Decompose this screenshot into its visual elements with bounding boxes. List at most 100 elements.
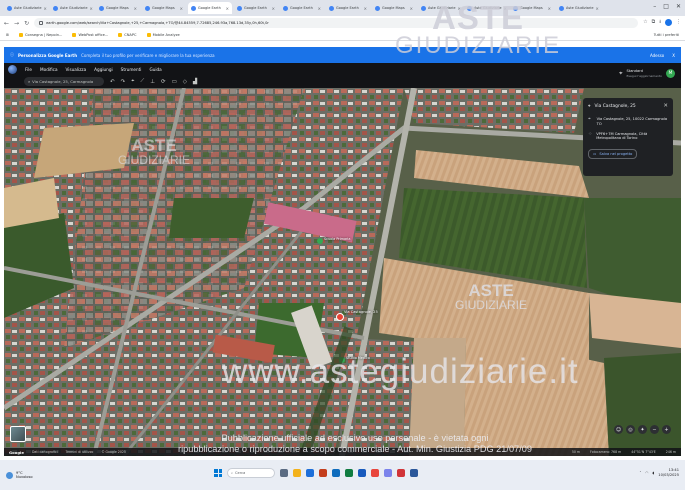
tab-close-icon[interactable]: ×	[89, 6, 92, 11]
word-icon[interactable]	[358, 469, 366, 477]
banner-now-button[interactable]: Adesso	[650, 53, 664, 58]
browser-tab[interactable]: Google Earth ×	[234, 2, 278, 14]
map-data-link[interactable]: Dati cartografici	[32, 450, 58, 454]
maximize-icon[interactable]: □	[663, 3, 669, 10]
weather-widget[interactable]: 9°C Nuvoloso	[6, 471, 33, 480]
zoom-in-icon[interactable]: +	[662, 425, 671, 434]
placemark-icon[interactable]: ⌖	[131, 78, 134, 85]
tab-close-icon[interactable]: ×	[457, 6, 460, 11]
close-window-icon[interactable]: ✕	[676, 3, 681, 10]
menu-edit[interactable]: Modifica	[40, 67, 58, 72]
3d-toggle-icon[interactable]: ◎	[626, 425, 635, 434]
map-label-poi[interactable]: Studio Medico	[346, 356, 370, 360]
excel-icon[interactable]	[345, 469, 353, 477]
windows-start-icon[interactable]	[214, 469, 222, 477]
file-explorer-icon[interactable]	[293, 469, 301, 477]
wifi-icon[interactable]: ◠	[645, 471, 648, 475]
tab-close-icon[interactable]: ×	[134, 6, 137, 11]
terms-link[interactable]: Termini di utilizzo	[66, 450, 94, 454]
undo-icon[interactable]: ↶	[110, 79, 115, 85]
apps-icon[interactable]: ⊞	[6, 33, 9, 37]
chevron-up-icon[interactable]: ˄	[639, 471, 641, 475]
all-bookmarks-link[interactable]: Tutti i preferiti	[654, 33, 679, 37]
chrome-icon[interactable]	[371, 469, 379, 477]
account-avatar[interactable]: M	[666, 69, 675, 78]
forward-icon[interactable]: →	[14, 20, 19, 27]
bookmark-star-icon[interactable]: ☆	[643, 19, 647, 27]
browser-tab[interactable]: Google Maps ×	[510, 2, 554, 14]
historical-imagery-icon[interactable]: ⟳	[161, 79, 166, 85]
download-icon[interactable]: ⭳	[659, 19, 661, 27]
tab-close-icon[interactable]: ×	[503, 6, 506, 11]
browser-tab[interactable]: Google Maps ×	[372, 2, 416, 14]
browser-tab[interactable]: Aste Giudiziarie ×	[4, 2, 48, 14]
teams-icon[interactable]	[384, 469, 392, 477]
redo-icon[interactable]: ↷	[121, 79, 126, 85]
tab-close-icon[interactable]: ×	[364, 6, 367, 11]
map-label-property[interactable]: Via Castagnole, 25	[344, 310, 378, 314]
close-icon[interactable]: ✕	[663, 103, 668, 109]
bookmark-item[interactable]: CNAPC	[118, 33, 137, 37]
bookmark-item[interactable]: WebPost office...	[72, 33, 108, 37]
browser-tab[interactable]: Aste Giudiziarie ×	[464, 2, 508, 14]
bookmark-item[interactable]: Mobile Analyze	[146, 33, 180, 37]
tab-close-icon[interactable]: ×	[548, 6, 551, 11]
menu-tools[interactable]: Strumenti	[121, 67, 142, 72]
earth-globe-icon[interactable]	[8, 64, 17, 74]
banner-close-button[interactable]: X	[672, 53, 675, 58]
app-icon[interactable]	[410, 469, 418, 477]
browser-tab[interactable]: Google Earth ×	[188, 2, 232, 14]
outlook-icon[interactable]	[332, 469, 340, 477]
task-view-icon[interactable]	[280, 469, 288, 477]
tab-close-icon[interactable]: ×	[410, 6, 413, 11]
measure-icon[interactable]: ⊥	[150, 79, 155, 85]
edge-icon[interactable]	[306, 469, 314, 477]
volume-icon[interactable]: ◖	[652, 471, 654, 475]
browser-tab[interactable]: Google Earth ×	[326, 2, 370, 14]
browser-tab[interactable]: Aste Giudiziarie ×	[556, 2, 600, 14]
clock[interactable]: 13:41 10/03/2025	[658, 468, 679, 477]
tab-close-icon[interactable]: ×	[43, 6, 46, 11]
street-view-icon[interactable]: ☺	[614, 425, 623, 434]
url-field[interactable]: earth.google.com/web/search/Via+Castagno…	[34, 18, 639, 28]
map-label-poi[interactable]: Scuola Primaria	[324, 237, 350, 241]
location-pin-icon[interactable]: ⌖	[619, 70, 622, 78]
menu-add[interactable]: Aggiungi	[94, 67, 112, 72]
compass-icon[interactable]: ✦	[638, 425, 647, 434]
tab-close-icon[interactable]: ×	[226, 6, 229, 11]
menu-help[interactable]: Guida	[149, 67, 161, 72]
bookmark-item[interactable]: Consegna | Nepoin...	[19, 33, 62, 37]
browser-tab[interactable]: Google Earth ×	[280, 2, 324, 14]
extensions-icon[interactable]: ⧉	[652, 19, 656, 27]
save-to-project-button[interactable]: ▭ Salva nel progetto	[588, 149, 638, 160]
banner-message[interactable]: Completa il tuo profilo per verificare e…	[81, 53, 215, 58]
tab-close-icon[interactable]: ×	[180, 6, 183, 11]
acrobat-icon[interactable]	[397, 469, 405, 477]
map-layers-button[interactable]	[10, 426, 26, 442]
reload-icon[interactable]: ↻	[24, 20, 29, 27]
menu-view[interactable]: Visualizza	[66, 67, 87, 72]
menu-file[interactable]: File	[25, 67, 32, 72]
office-icon[interactable]	[319, 469, 327, 477]
tab-close-icon[interactable]: ×	[318, 6, 321, 11]
taskbar-search[interactable]: ⌕ Cerca	[227, 468, 275, 478]
account-area[interactable]: ⌖ Standard Esegui l'aggiornamento M	[619, 69, 675, 78]
browser-menu-icon[interactable]: ⋮	[676, 19, 681, 27]
profile-avatar[interactable]	[665, 19, 672, 26]
path-icon[interactable]: ⟋	[140, 78, 144, 85]
back-icon[interactable]: ←	[4, 20, 9, 27]
layers-icon[interactable]: ◇	[183, 79, 187, 85]
minimize-icon[interactable]: –	[653, 3, 656, 10]
map-style-icon[interactable]: ▭	[172, 79, 177, 85]
tab-close-icon[interactable]: ×	[272, 6, 275, 11]
browser-tab[interactable]: Google Maps ×	[96, 2, 140, 14]
browser-tab[interactable]: Google Maps ×	[142, 2, 186, 14]
browser-tab[interactable]: Aste Giudiziarie ×	[50, 2, 94, 14]
tab-close-icon[interactable]: ×	[595, 6, 598, 11]
browser-tab[interactable]: Aste Giudiziarie ×	[418, 2, 462, 14]
earth-search-input[interactable]: ⌕ Via Castagnole, 25, Carmagnola	[24, 77, 104, 86]
account-upgrade[interactable]: Esegui l'aggiornamento	[627, 74, 662, 79]
zoom-out-icon[interactable]: −	[650, 425, 659, 434]
ruler-icon[interactable]: ▟	[193, 79, 197, 85]
satellite-map[interactable]: Via Castagnole, 25 Scuola Primaria Studi…	[4, 88, 681, 456]
